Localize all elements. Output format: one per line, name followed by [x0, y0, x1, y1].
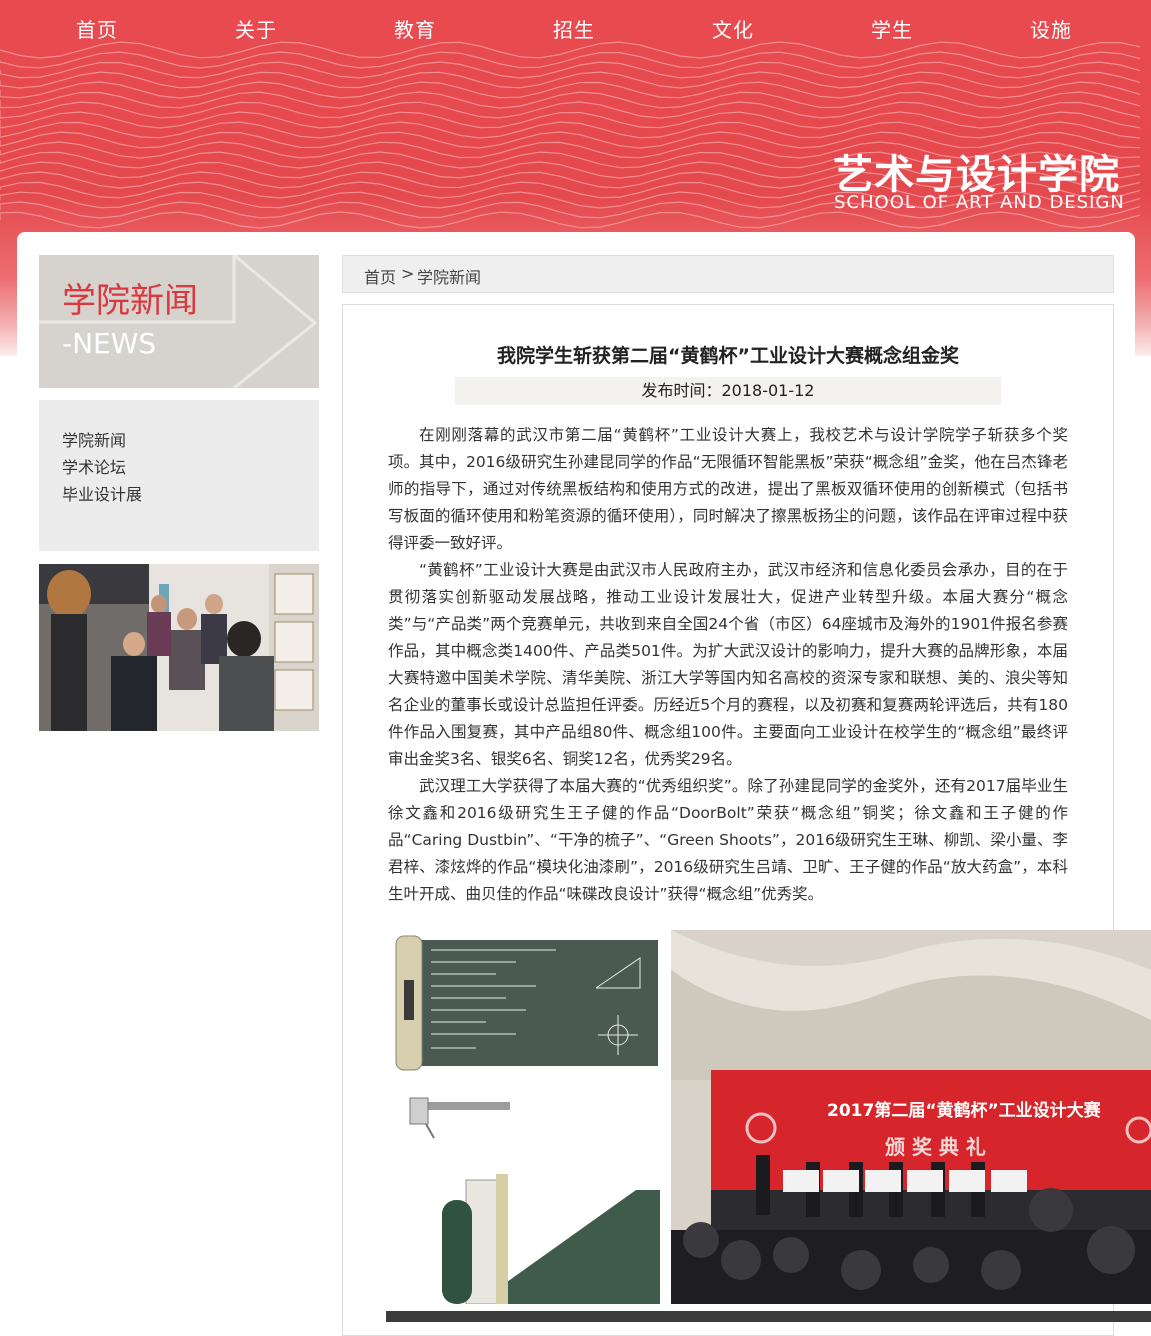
sidebar-item-graduation-show[interactable]: 毕业设计展 [62, 481, 142, 505]
school-logo-english: SCHOOL OF ART AND DESIGN [834, 192, 1125, 213]
breadcrumb-current[interactable]: 学院新闻 [417, 264, 481, 288]
wave-line [0, 81, 1141, 99]
award-ceremony-photo: 2017第二届“黄鹤杯”工业设计大赛 颁 奖 典 礼 [671, 930, 1151, 1304]
sidebar-menu: 学院新闻 学术论坛 毕业设计展 [39, 400, 319, 551]
breadcrumb: 首页 > 学院新闻 [342, 255, 1114, 293]
nav-home[interactable]: 首页 [76, 14, 118, 43]
paragraph: “黄鹤杯”工业设计大赛是由武汉市人民政府主办，武汉市经济和信息化委员会承办，目的… [388, 561, 1068, 768]
wave-line [0, 111, 1141, 129]
wave-line [0, 91, 1141, 109]
breadcrumb-home[interactable]: 首页 [364, 264, 396, 288]
section-title: 学院新闻 [62, 281, 198, 321]
wave-line [0, 71, 1141, 89]
banner-subtext: 颁 奖 典 礼 [885, 1135, 986, 1159]
paragraph: 在刚刚落幕的武汉市第二届“黄鹤杯”工业设计大赛上，我校艺术与设计学院学子斩获多个… [388, 426, 1068, 552]
section-title-box: 学院新闻 -NEWS [39, 255, 319, 388]
nav-about[interactable]: 关于 [235, 14, 277, 43]
section-subtitle: -NEWS [62, 327, 157, 360]
banner-text: 2017第二届“黄鹤杯”工业设计大赛 [827, 1100, 1102, 1121]
main-nav: 首页 关于 教育 招生 文化 学生 设施 [0, 0, 1151, 62]
additional-photo [386, 1311, 1151, 1322]
blackboard-design-image [386, 930, 660, 1304]
sidebar-item-academic-forum[interactable]: 学术论坛 [62, 454, 126, 478]
nav-admission[interactable]: 招生 [553, 14, 595, 43]
sidebar-item-college-news[interactable]: 学院新闻 [62, 427, 126, 451]
paragraph: 武汉理工大学获得了本届大赛的“优秀组织奖”。除了孙建昆同学的金奖外，还有2017… [388, 777, 1068, 903]
article-title: 我院学生斩获第二届“黄鹤杯”工业设计大赛概念组金奖 [497, 345, 959, 367]
sidebar-photo [39, 564, 319, 731]
nav-education[interactable]: 教育 [394, 14, 436, 43]
nav-students[interactable]: 学生 [871, 14, 913, 43]
nav-culture[interactable]: 文化 [712, 14, 754, 43]
publish-date: 发布时间：2018-01-12 [455, 377, 1001, 405]
article-body: 在刚刚落幕的武汉市第二届“黄鹤杯”工业设计大赛上，我校艺术与设计学院学子斩获多个… [388, 422, 1068, 908]
breadcrumb-separator: > [401, 264, 415, 283]
nav-facilities[interactable]: 设施 [1030, 14, 1072, 43]
wave-line [0, 121, 1141, 139]
